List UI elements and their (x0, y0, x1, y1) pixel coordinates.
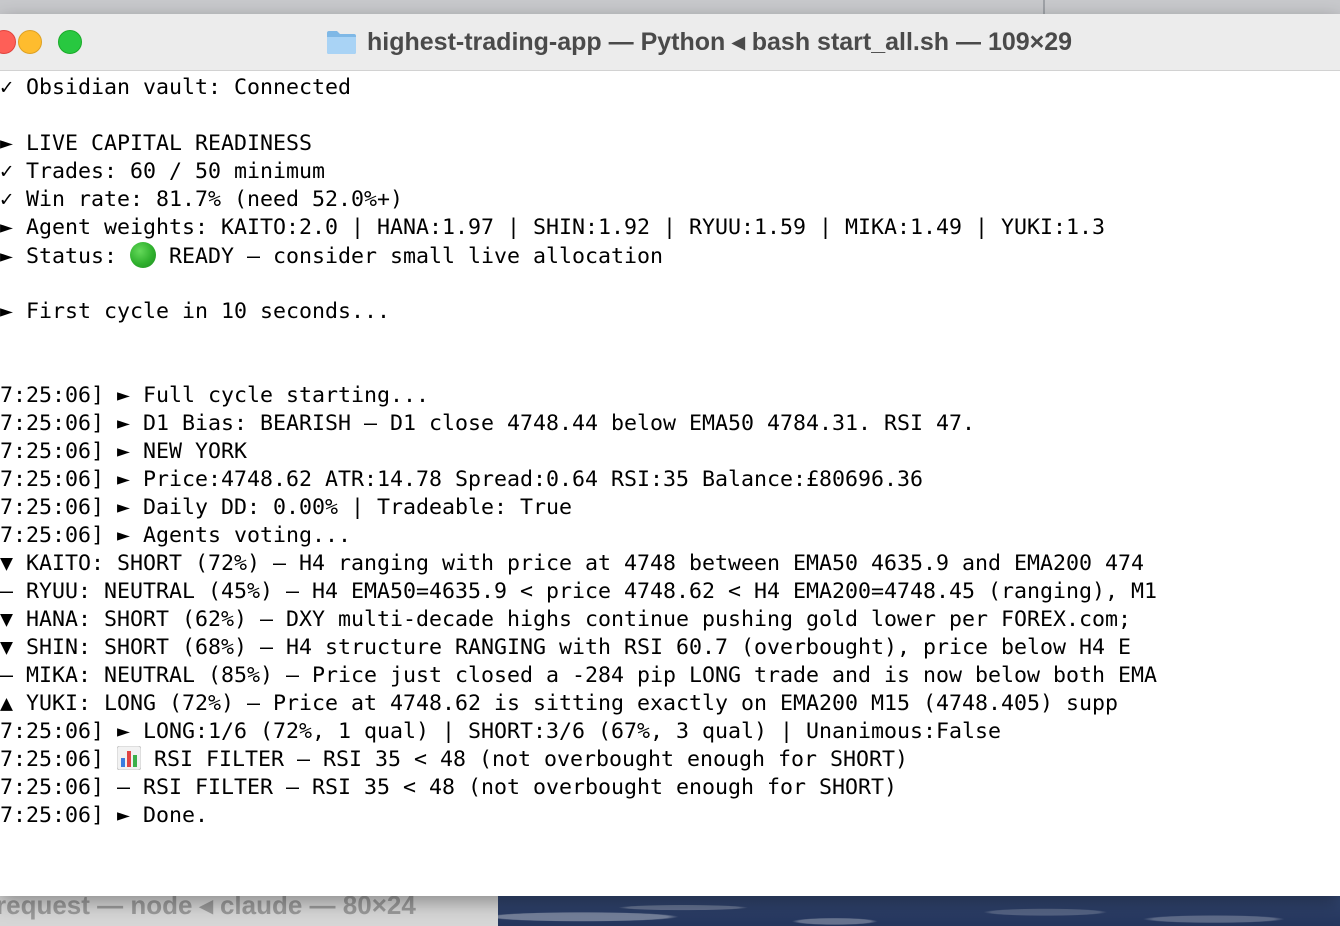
status-text: READY — consider small live allocation (156, 244, 664, 269)
terminal-line: ► LIVE CAPITAL READINESS (0, 131, 313, 156)
terminal-line: 7:25:06] ► Agents voting... (0, 523, 352, 548)
terminal-line: 7:25:06] ► Done. (0, 803, 209, 828)
maximize-button[interactable] (58, 30, 82, 54)
terminal-line: ► Agent weights: KAITO:2.0 | HANA:1.97 |… (0, 215, 1106, 240)
terminal-line: — MIKA: NEUTRAL (85%) — Price just close… (0, 663, 1158, 688)
window-titlebar[interactable]: highest-trading-app — Python ◂ bash star… (0, 14, 1340, 71)
background-window-strip (0, 0, 1340, 14)
terminal-line: 7:25:06] ► NEW YORK (0, 439, 248, 464)
minimize-button[interactable] (18, 30, 42, 54)
terminal-line: 7:25:06] ► Daily DD: 0.00% | Tradeable: … (0, 495, 573, 520)
terminal-window[interactable]: highest-trading-app — Python ◂ bash star… (0, 14, 1340, 896)
terminal-line: — RYUU: NEUTRAL (45%) — H4 EMA50=4635.9 … (0, 579, 1158, 604)
terminal-line: 7:25:06] ► Full cycle starting... (0, 383, 430, 408)
terminal-output[interactable]: ✓ Obsidian vault: Connected ► LIVE CAPIT… (0, 71, 1340, 896)
terminal-line: ✓ Obsidian vault: Connected (0, 75, 352, 100)
terminal-line: 7:25:06] ► LONG:1/6 (72%, 1 qual) | SHOR… (0, 719, 1002, 744)
rsi-text: RSI FILTER — RSI 35 < 48 (not overbought… (141, 747, 909, 772)
terminal-line: ✓ Win rate: 81.7% (need 52.0%+) (0, 187, 404, 212)
terminal-line: ► First cycle in 10 seconds... (0, 299, 391, 324)
window-title-group: highest-trading-app — Python ◂ bash star… (326, 26, 1072, 58)
window-title: highest-trading-app — Python ◂ bash star… (367, 28, 1073, 56)
terminal-rsi-line: 7:25:06] RSI FILTER — RSI 35 < 48 (not o… (0, 746, 908, 774)
terminal-line: 7:25:06] — RSI FILTER — RSI 35 < 48 (not… (0, 775, 898, 800)
terminal-line: ▲ YUKI: LONG (72%) — Price at 4748.62 is… (0, 691, 1119, 716)
rsi-prefix: 7:25:06] (0, 747, 118, 772)
green-circle-icon (130, 242, 157, 268)
terminal-line: 7:25:06] ► Price:4748.62 ATR:14.78 Sprea… (0, 467, 924, 492)
folder-icon (327, 31, 356, 54)
close-button[interactable] (0, 30, 16, 54)
status-prefix: ► Status: (0, 244, 131, 269)
bar-chart-icon (117, 746, 142, 770)
terminal-line: ▼ HANA: SHORT (62%) — DXY multi-decade h… (0, 607, 1132, 632)
terminal-line: ✓ Trades: 60 / 50 minimum (0, 159, 326, 184)
terminal-line: 7:25:06] ► D1 Bias: BEARISH — D1 close 4… (0, 411, 976, 436)
terminal-line: ▼ SHIN: SHORT (68%) — H4 structure RANGI… (0, 635, 1132, 660)
window-divider (1043, 0, 1045, 14)
terminal-status-line: ► Status: READY — consider small live al… (0, 242, 663, 270)
terminal-line: ▼ KAITO: SHORT (72%) — H4 ranging with p… (0, 551, 1145, 576)
